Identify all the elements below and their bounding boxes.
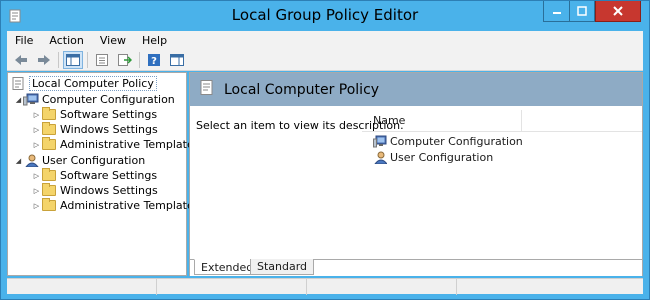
- forward-button[interactable]: [34, 51, 54, 69]
- back-button[interactable]: [11, 51, 31, 69]
- user-icon: [373, 151, 387, 164]
- folder-icon: [41, 183, 57, 197]
- menu-file[interactable]: File: [7, 34, 41, 47]
- show-action-pane-icon: [170, 53, 184, 66]
- close-button[interactable]: [595, 1, 641, 22]
- minimize-icon: [552, 12, 561, 14]
- help-button[interactable]: ?: [144, 51, 164, 69]
- list-item-label: Computer Configuration: [390, 135, 523, 148]
- collapsed-arrow-icon[interactable]: ▷: [32, 141, 41, 149]
- export-list-icon: [118, 53, 132, 66]
- computer-icon: [373, 135, 387, 148]
- status-segment: [7, 279, 157, 295]
- export-list-button[interactable]: [115, 51, 135, 69]
- details-pane: Local Computer Policy Select an item to …: [189, 72, 643, 276]
- column-header-name[interactable]: Name: [362, 109, 522, 132]
- maximize-button[interactable]: [569, 1, 595, 22]
- show-hide-console-tree-button[interactable]: [63, 50, 83, 69]
- folder-icon: [41, 168, 57, 182]
- collapsed-arrow-icon[interactable]: ▷: [32, 172, 41, 180]
- console-tree[interactable]: Local Computer Policy ◢ Computer Configu…: [7, 72, 200, 276]
- details-title: Local Computer Policy: [224, 81, 380, 98]
- back-arrow-icon: [15, 54, 27, 65]
- minimize-button[interactable]: [543, 1, 569, 22]
- tab-standard[interactable]: Standard: [250, 259, 315, 275]
- help-icon: ?: [148, 53, 160, 66]
- folder-icon: [41, 107, 57, 121]
- collapsed-arrow-icon[interactable]: ▷: [32, 126, 41, 134]
- policy-document-icon: [10, 77, 26, 90]
- tree-item-label: Local Computer Policy: [29, 76, 157, 91]
- tree-item-computer-configuration[interactable]: ◢ Computer Configuration: [14, 92, 175, 107]
- tree-item-user-administrative-templates[interactable]: ▷ Administrative Templates: [32, 198, 200, 213]
- svg-text:?: ?: [151, 56, 157, 66]
- menu-help[interactable]: Help: [134, 34, 175, 47]
- toolbar-separator: [139, 51, 140, 68]
- tree-item-label: User Configuration: [42, 154, 146, 167]
- close-icon: [613, 6, 623, 16]
- menu-view[interactable]: View: [92, 34, 134, 47]
- forward-arrow-icon: [38, 54, 50, 65]
- list-item-user-configuration[interactable]: User Configuration: [373, 150, 493, 165]
- tree-item-label: Administrative Templates: [60, 138, 200, 151]
- list-item-computer-configuration[interactable]: Computer Configuration: [373, 134, 523, 149]
- collapsed-arrow-icon[interactable]: ▷: [32, 111, 41, 119]
- menu-bar: File Action View Help: [7, 31, 643, 49]
- user-icon: [23, 154, 39, 167]
- window-controls: [543, 1, 641, 22]
- view-tabs: Extended Standard: [190, 259, 642, 276]
- toolbar-separator: [58, 51, 59, 68]
- status-segment: [307, 279, 457, 295]
- show-hide-console-tree-icon: [66, 53, 80, 66]
- toolbar: ?: [7, 49, 643, 71]
- collapsed-arrow-icon[interactable]: ▷: [32, 202, 41, 210]
- properties-icon: [96, 53, 108, 66]
- tree-item-computer-windows-settings[interactable]: ▷ Windows Settings: [32, 122, 158, 137]
- details-list[interactable]: Name Computer Configuration User Configu…: [362, 109, 642, 255]
- app-window: Local Group Policy Editor File Action Vi…: [0, 0, 650, 300]
- expanded-arrow-icon[interactable]: ◢: [14, 157, 23, 165]
- show-action-pane-button[interactable]: [167, 51, 187, 69]
- tree-item-computer-administrative-templates[interactable]: ▷ Administrative Templates: [32, 137, 200, 152]
- tree-item-label: Software Settings: [60, 108, 158, 121]
- tree-item-label: Windows Settings: [60, 184, 158, 197]
- tree-item-label: Administrative Templates: [60, 199, 200, 212]
- properties-button[interactable]: [92, 51, 112, 69]
- folder-icon: [41, 137, 57, 151]
- folder-icon: [41, 198, 57, 212]
- details-header: Local Computer Policy: [190, 73, 642, 106]
- tree-item-user-software-settings[interactable]: ▷ Software Settings: [32, 168, 157, 183]
- title-bar[interactable]: Local Group Policy Editor: [1, 1, 649, 31]
- tree-item-label: Windows Settings: [60, 123, 158, 136]
- column-headers: Name: [362, 109, 642, 132]
- tree-item-user-configuration[interactable]: ◢ User Configuration: [14, 153, 145, 168]
- status-bar: [7, 278, 643, 295]
- menu-action[interactable]: Action: [41, 34, 91, 47]
- folder-icon: [41, 122, 57, 136]
- tree-item-computer-software-settings[interactable]: ▷ Software Settings: [32, 107, 157, 122]
- status-segment: [157, 279, 307, 295]
- tree-item-local-computer-policy[interactable]: Local Computer Policy: [10, 76, 157, 91]
- policy-document-icon: [200, 80, 214, 99]
- collapsed-arrow-icon[interactable]: ▷: [32, 187, 41, 195]
- maximize-icon: [577, 6, 587, 16]
- tree-item-user-windows-settings[interactable]: ▷ Windows Settings: [32, 183, 158, 198]
- expanded-arrow-icon[interactable]: ◢: [14, 96, 23, 104]
- tree-item-label: Computer Configuration: [42, 93, 175, 106]
- toolbar-separator: [87, 51, 88, 68]
- tree-item-label: Software Settings: [60, 169, 158, 182]
- list-item-label: User Configuration: [390, 151, 494, 164]
- computer-icon: [23, 93, 39, 106]
